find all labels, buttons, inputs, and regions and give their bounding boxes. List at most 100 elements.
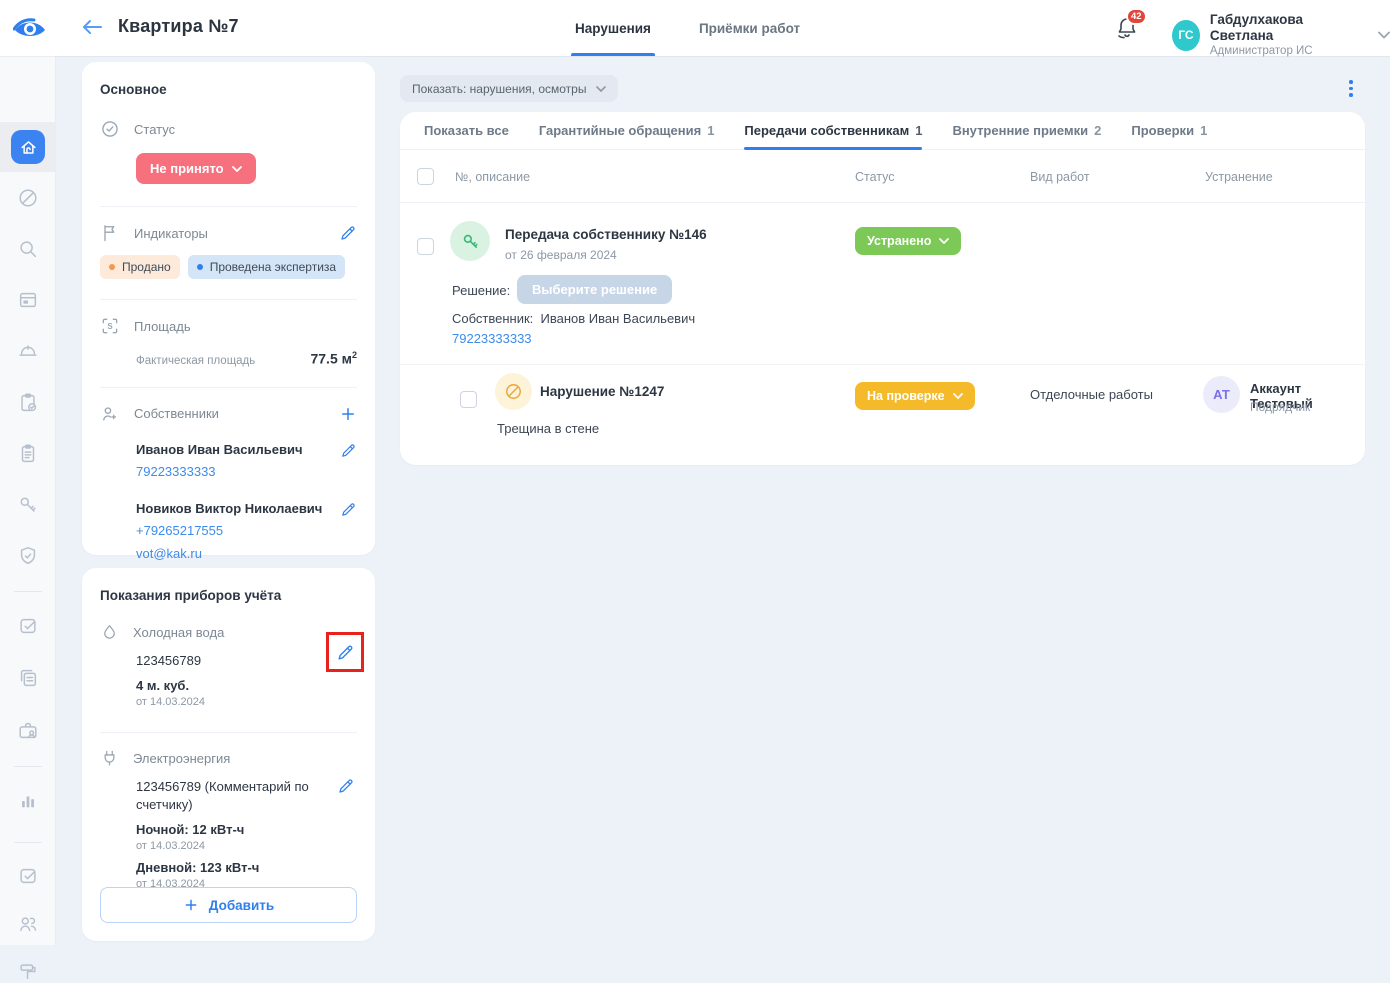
rail-divider (14, 842, 42, 843)
status-dropdown-review[interactable]: На проверке (855, 382, 975, 410)
chevron-down-icon (939, 238, 949, 244)
column-elimination: Устранение (1205, 170, 1273, 184)
assignee-avatar: АТ (1203, 376, 1240, 413)
add-meter-button[interactable]: Добавить (100, 887, 357, 923)
check-square-icon (17, 615, 39, 637)
sidebar-item-documents[interactable] (17, 443, 39, 465)
owner-person-icon (100, 404, 120, 424)
notifications-bell[interactable]: 42 (1116, 15, 1144, 43)
ban-icon (17, 187, 39, 209)
edit-indicators-button[interactable] (339, 224, 357, 242)
chevron-down-icon (1378, 31, 1390, 39)
actual-area-value: 77.5 м2 (310, 350, 357, 367)
user-menu[interactable]: ГС Габдулхакова Светлана Администратор И… (1172, 12, 1390, 58)
owner-name: Новиков Виктор Николаевич (136, 501, 322, 516)
status-dropdown[interactable]: Не принято (136, 153, 256, 184)
sidebar-item-tasks[interactable] (17, 615, 39, 637)
app-logo-eye-icon[interactable] (13, 16, 47, 41)
select-all-checkbox[interactable] (417, 168, 434, 185)
sidebar-item-templates[interactable] (17, 667, 39, 689)
panel-icon (17, 289, 39, 311)
transfer-key-icon (450, 221, 490, 261)
indicators-section-label: Индикаторы (134, 226, 208, 241)
table-header: №, описание Статус Вид работ Устранение (400, 150, 1365, 203)
sidebar-item-checklists[interactable] (17, 865, 39, 887)
user-avatar: ГС (1172, 20, 1200, 51)
filter-tabs: Показать все Гарантийные обращения1 Пере… (400, 112, 1365, 150)
owner-row: Новиков Виктор Николаевич +79265217555 v… (136, 501, 357, 563)
row-title[interactable]: Нарушение №1247 (540, 384, 664, 399)
status-dropdown-resolved[interactable]: Устранено (855, 227, 961, 255)
sidebar-item-board[interactable] (17, 289, 39, 311)
sidebar-item-finishing[interactable] (17, 961, 39, 983)
add-owner-button[interactable] (339, 405, 357, 423)
back-arrow-icon[interactable] (80, 17, 104, 37)
user-role: Администратор ИС (1210, 44, 1354, 58)
clipboard-check-icon (17, 392, 39, 414)
row-title[interactable]: Передача собственнику №146 (505, 227, 707, 242)
more-options-button[interactable] (1345, 80, 1357, 98)
sidebar-item-security[interactable] (17, 545, 39, 567)
plus-icon (339, 405, 357, 423)
pencil-icon (339, 224, 357, 242)
violation-ban-icon (495, 373, 532, 410)
sidebar-item-violations[interactable] (17, 187, 39, 209)
sidebar-item-users[interactable] (17, 913, 39, 935)
edit-electricity-button[interactable] (337, 777, 355, 795)
chevron-down-icon (953, 393, 963, 399)
owner-email-link[interactable]: vot@kak.ru (136, 546, 202, 561)
sidebar-item-analytics[interactable] (17, 790, 39, 812)
cold-water-volume: 4 м. куб. (136, 678, 357, 693)
owner-phone-link[interactable]: 79223333333 (136, 464, 216, 479)
column-work-type: Вид работ (1030, 170, 1090, 184)
shield-check-icon (17, 545, 39, 567)
owner-phone-link[interactable]: 79223333333 (452, 331, 532, 346)
chevron-down-icon (232, 166, 242, 172)
sidebar-item-keys[interactable] (17, 494, 39, 516)
tab-warranty-requests[interactable]: Гарантийные обращения1 (539, 112, 715, 149)
owner-phone-link[interactable]: +79265217555 (136, 523, 223, 538)
key-icon (17, 494, 39, 516)
tab-owner-transfers[interactable]: Передачи собственникам1 (744, 112, 922, 149)
status-section-label: Статус (134, 122, 175, 137)
electricity-night-value: Ночной: 12 кВт-ч (136, 822, 357, 837)
user-name: Габдулхакова Светлана (1210, 12, 1354, 44)
edit-owner-button[interactable] (340, 442, 357, 481)
row-checkbox[interactable] (460, 391, 477, 408)
check-circle-icon (100, 119, 120, 139)
sidebar-item-construction[interactable] (17, 340, 39, 362)
search-icon (17, 238, 39, 260)
edit-cold-water-button[interactable] (336, 643, 355, 662)
column-description: №, описание (455, 170, 530, 184)
notifications-badge: 42 (1126, 8, 1147, 25)
tab-work-acceptances[interactable]: Приёмки работ (699, 0, 800, 56)
edit-owner-button[interactable] (340, 501, 357, 563)
sidebar-item-inspections[interactable] (17, 392, 39, 414)
chevron-down-icon (596, 86, 606, 92)
choose-decision-button[interactable]: Выберите решение (517, 275, 672, 304)
tab-checks[interactable]: Проверки1 (1131, 112, 1207, 149)
electricity-day-value: Дневной: 123 кВт-ч (136, 860, 357, 875)
column-status: Статус (855, 170, 895, 184)
tab-show-all[interactable]: Показать все (424, 112, 509, 149)
tab-violations[interactable]: Нарушения (575, 0, 651, 56)
sidebar-item-search[interactable] (17, 238, 39, 260)
tab-internal-acceptances[interactable]: Внутренние приемки2 (952, 112, 1101, 149)
row-date: от 26 февраля 2024 (505, 248, 617, 262)
row-checkbox[interactable] (417, 238, 434, 255)
sidebar-item-home[interactable] (11, 130, 45, 164)
page-title: Квартира №7 (118, 16, 239, 37)
cold-water-date: от 14.03.2024 (136, 696, 357, 708)
svg-text:S: S (107, 322, 112, 331)
show-filter-dropdown[interactable]: Показать: нарушения, осмотры (400, 75, 618, 102)
owners-section-label: Собственники (134, 406, 219, 421)
bar-chart-icon (17, 790, 39, 812)
left-icon-rail (0, 56, 56, 945)
hardhat-icon (17, 340, 39, 362)
electric-plug-icon (100, 749, 119, 768)
sidebar-item-contractors[interactable] (17, 720, 39, 742)
meters-card-title: Показания приборов учёта (100, 588, 357, 603)
table-row-transfer: Передача собственнику №146 от 26 февраля… (400, 203, 1365, 365)
pencil-icon (337, 777, 355, 795)
rail-divider (14, 591, 42, 592)
